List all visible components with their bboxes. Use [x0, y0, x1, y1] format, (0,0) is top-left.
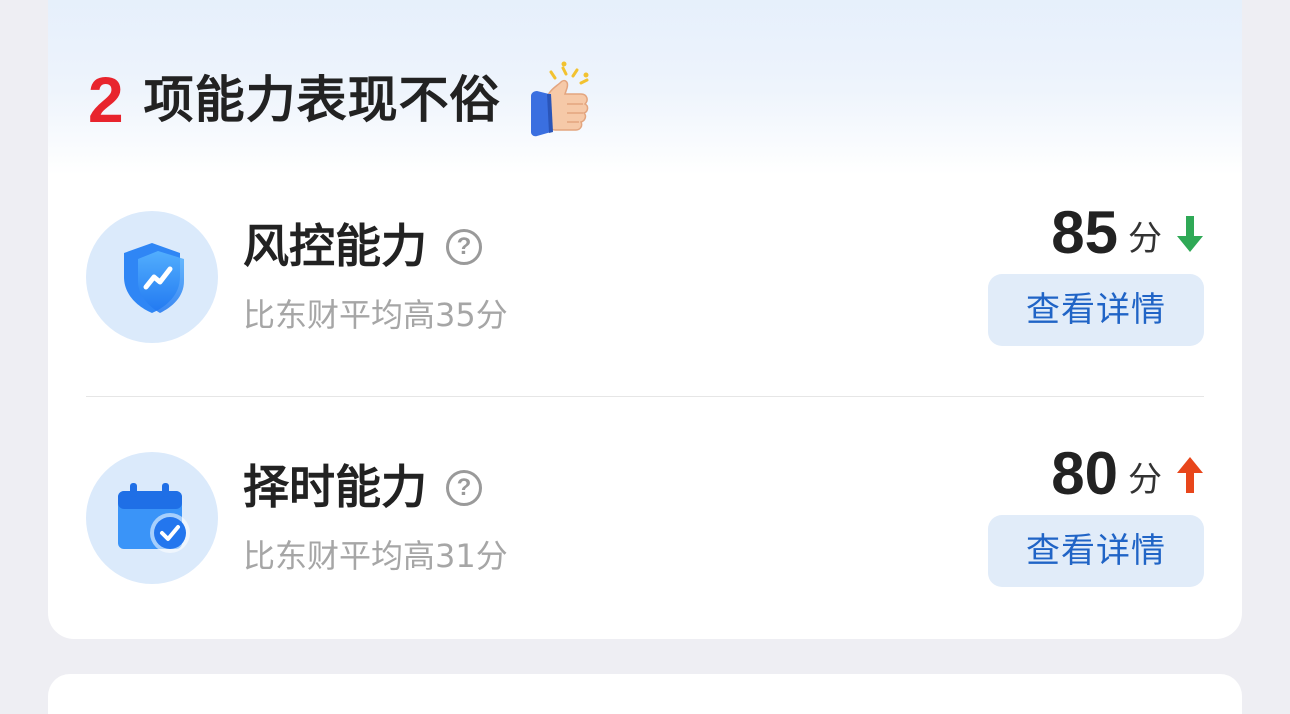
question-icon[interactable]: ? — [446, 470, 482, 506]
ability-name: 风控能力 — [243, 219, 427, 273]
arrow-down-icon — [1177, 216, 1203, 252]
shield-chart-icon — [124, 243, 184, 313]
question-icon[interactable]: ? — [446, 229, 482, 265]
ability-name: 择时能力 — [243, 460, 427, 514]
score-unit: 分 — [1128, 459, 1162, 500]
ability-count: 2 — [88, 64, 124, 136]
ability-row-market-timing: 择时能力 ? 比东财平均高31分 80 分 查看详情 — [86, 442, 1204, 587]
card-title: 项能力表现不俗 — [143, 71, 501, 129]
ability-comparison: 比东财平均高31分 — [243, 537, 508, 575]
arrow-up-icon — [1177, 457, 1203, 493]
score-value: 85 — [1051, 199, 1118, 266]
ability-row-risk-control: 风控能力 ? 比东财平均高35分 85 分 查看详情 — [86, 201, 1204, 346]
score-value: 80 — [1051, 440, 1118, 507]
score-unit: 分 — [1128, 218, 1162, 259]
icon-circle — [86, 452, 218, 584]
card-header: 2 项能力表现不俗 — [88, 60, 593, 140]
divider — [86, 396, 1204, 397]
icon-circle — [86, 211, 218, 343]
score-display: 85 分 — [1051, 201, 1204, 265]
score-display: 80 分 — [1051, 442, 1204, 506]
view-details-button[interactable]: 查看详情 — [988, 515, 1204, 587]
calendar-check-icon — [118, 483, 190, 553]
view-details-button[interactable]: 查看详情 — [988, 274, 1204, 346]
next-card — [48, 674, 1242, 714]
thumbs-up-icon — [530, 61, 589, 137]
ability-comparison: 比东财平均高35分 — [243, 296, 508, 334]
